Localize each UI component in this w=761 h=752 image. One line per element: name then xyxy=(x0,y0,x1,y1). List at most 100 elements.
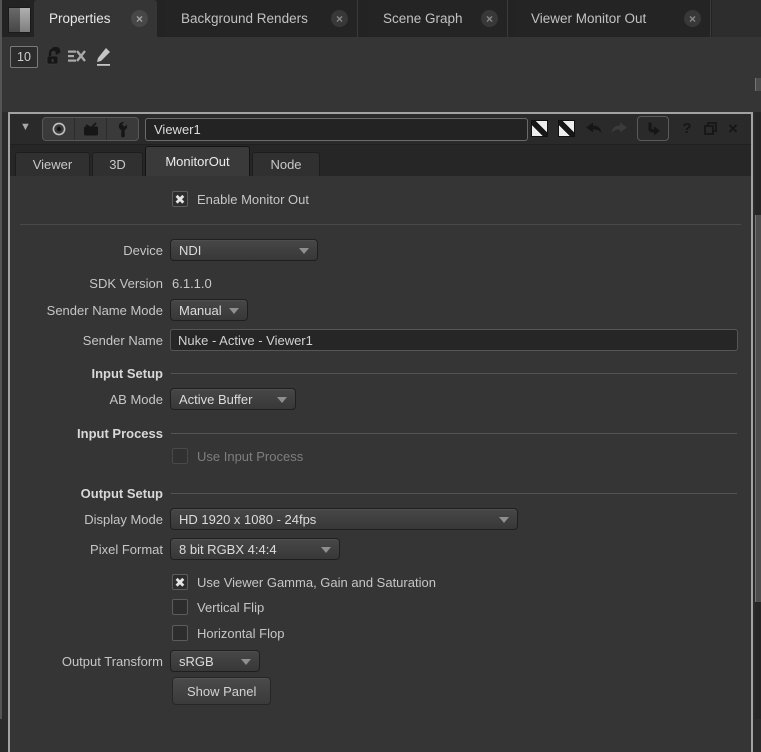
display-mode-label: Display Mode xyxy=(10,512,163,527)
redo-button[interactable] xyxy=(607,117,630,140)
max-panels-input[interactable]: 10 xyxy=(10,46,38,68)
sdk-version-row: SDK Version 6.1.1.0 xyxy=(10,271,741,295)
ab-mode-label: AB Mode xyxy=(10,392,163,407)
dropdown-value: Manual xyxy=(179,303,222,318)
pane-menu-icon[interactable] xyxy=(8,7,31,33)
device-row: Device NDI xyxy=(10,238,741,262)
help-button[interactable]: ? xyxy=(678,117,696,140)
pixel-format-dropdown[interactable]: 8 bit RGBX 4:4:4 xyxy=(170,538,340,560)
sender-name-mode-dropdown[interactable]: Manual xyxy=(170,299,248,321)
circle-dot-icon xyxy=(51,121,67,137)
display-mode-dropdown[interactable]: HD 1920 x 1080 - 24fps xyxy=(170,508,518,530)
tab-properties[interactable]: Properties × xyxy=(34,0,157,37)
section-title: Input Process xyxy=(10,426,163,441)
tab-node[interactable]: Node xyxy=(252,152,320,176)
pane-splitter[interactable] xyxy=(0,0,2,719)
monitorout-tab-content: ✖ Enable Monitor Out Device NDI SDK Vers… xyxy=(10,176,751,752)
enable-monitor-out-checkbox[interactable]: ✖ Enable Monitor Out xyxy=(172,191,309,207)
close-icon[interactable]: × xyxy=(481,10,498,27)
chevron-down-icon xyxy=(241,659,251,665)
close-icon[interactable]: × xyxy=(684,10,701,27)
clear-panels-icon xyxy=(67,48,87,64)
output-transform-label: Output Transform xyxy=(10,654,163,669)
undo-button[interactable] xyxy=(582,117,605,140)
settings-button[interactable] xyxy=(107,118,138,140)
tab-scene-graph[interactable]: Scene Graph × xyxy=(368,0,508,37)
diagonal-split-button-2[interactable] xyxy=(555,117,578,140)
scrollbar-fragment[interactable] xyxy=(755,78,761,91)
sdk-version-label: SDK Version xyxy=(10,276,163,291)
pixel-format-row: Pixel Format 8 bit RGBX 4:4:4 xyxy=(10,537,741,561)
chevron-down-icon xyxy=(499,517,509,523)
section-title: Output Setup xyxy=(10,486,163,501)
close-icon[interactable]: × xyxy=(331,10,348,27)
collapse-arrow-icon[interactable]: ▼ xyxy=(20,122,31,133)
clear-panels-button[interactable] xyxy=(66,45,88,67)
button-label: Show Panel xyxy=(187,684,256,699)
undo-icon xyxy=(584,121,604,136)
sender-name-mode-row: Sender Name Mode Manual xyxy=(10,298,741,322)
ab-mode-row: AB Mode Active Buffer xyxy=(10,387,741,411)
section-rule xyxy=(171,493,737,494)
dropdown-value: 8 bit RGBX 4:4:4 xyxy=(179,542,277,557)
ab-mode-dropdown[interactable]: Active Buffer xyxy=(170,388,296,410)
device-label: Device xyxy=(10,243,163,258)
vertical-scrollbar[interactable] xyxy=(755,112,761,719)
float-panel-button[interactable] xyxy=(700,117,720,140)
sender-name-label: Sender Name xyxy=(10,333,163,348)
lock-panels-button[interactable] xyxy=(42,45,64,67)
tab-label: Viewer xyxy=(33,157,73,172)
scrollbar-thumb[interactable] xyxy=(755,215,761,602)
edit-pencil-icon xyxy=(94,46,113,67)
center-viewer-button[interactable] xyxy=(43,118,75,140)
checkbox-label: Horizontal Flop xyxy=(197,626,284,641)
tab-monitorout[interactable]: MonitorOut xyxy=(145,146,250,176)
device-dropdown[interactable]: NDI xyxy=(170,239,318,261)
pane-icon-right-half xyxy=(20,8,31,32)
dropdown-value: NDI xyxy=(179,243,201,258)
checkbox-box[interactable]: ✖ xyxy=(172,191,188,207)
tab-label: Node xyxy=(270,157,301,172)
revert-button[interactable] xyxy=(637,116,669,141)
node-name-input[interactable] xyxy=(145,118,528,141)
dropdown-value: sRGB xyxy=(179,654,214,669)
use-viewer-gamma-checkbox[interactable]: ✖ Use Viewer Gamma, Gain and Saturation xyxy=(172,574,436,590)
checkbox-box[interactable] xyxy=(172,448,188,464)
tab-label: MonitorOut xyxy=(165,154,229,169)
diagonal-split-button-1[interactable] xyxy=(528,117,551,140)
checkbox-box[interactable] xyxy=(172,599,188,615)
close-panel-button[interactable]: × xyxy=(724,117,742,140)
tab-label: 3D xyxy=(109,157,126,172)
horizontal-flop-checkbox[interactable]: Horizontal Flop xyxy=(172,625,284,641)
checkbox-box[interactable]: ✖ xyxy=(172,574,188,590)
edit-node-names-button[interactable] xyxy=(92,45,114,67)
help-icon: ? xyxy=(682,121,691,136)
tab-label: Background Renders xyxy=(166,11,308,26)
show-panel-button[interactable]: Show Panel xyxy=(172,677,271,705)
tab-label: Properties xyxy=(34,11,111,26)
tab-background-renders[interactable]: Background Renders × xyxy=(166,0,358,37)
tab-3d[interactable]: 3D xyxy=(92,152,143,176)
display-mode-row: Display Mode HD 1920 x 1080 - 24fps xyxy=(10,507,741,531)
monitor-out-button[interactable] xyxy=(75,118,107,140)
section-title: Input Setup xyxy=(10,366,163,381)
sender-name-input[interactable] xyxy=(170,329,738,351)
diagonal-split-icon xyxy=(558,120,575,137)
tab-viewer-monitor-out[interactable]: Viewer Monitor Out × xyxy=(516,0,711,37)
output-transform-row: Output Transform sRGB xyxy=(10,649,741,673)
input-setup-header: Input Setup xyxy=(10,361,741,385)
close-icon: × xyxy=(728,120,738,137)
checkbox-label: Use Viewer Gamma, Gain and Saturation xyxy=(197,575,436,590)
close-icon[interactable]: × xyxy=(131,10,148,27)
vertical-flip-checkbox[interactable]: Vertical Flip xyxy=(172,599,264,615)
properties-toolbar: 10 xyxy=(0,37,761,112)
viewer1-properties-panel: ▼ xyxy=(8,112,753,752)
tab-viewer[interactable]: Viewer xyxy=(15,152,90,176)
revert-arrow-icon xyxy=(645,120,662,137)
checkbox-box[interactable] xyxy=(172,625,188,641)
wrench-icon xyxy=(115,121,131,138)
output-transform-dropdown[interactable]: sRGB xyxy=(170,650,260,672)
use-input-process-checkbox[interactable]: Use Input Process xyxy=(172,448,303,464)
pane-icon-left-half xyxy=(9,8,20,32)
chevron-down-icon xyxy=(277,397,287,403)
